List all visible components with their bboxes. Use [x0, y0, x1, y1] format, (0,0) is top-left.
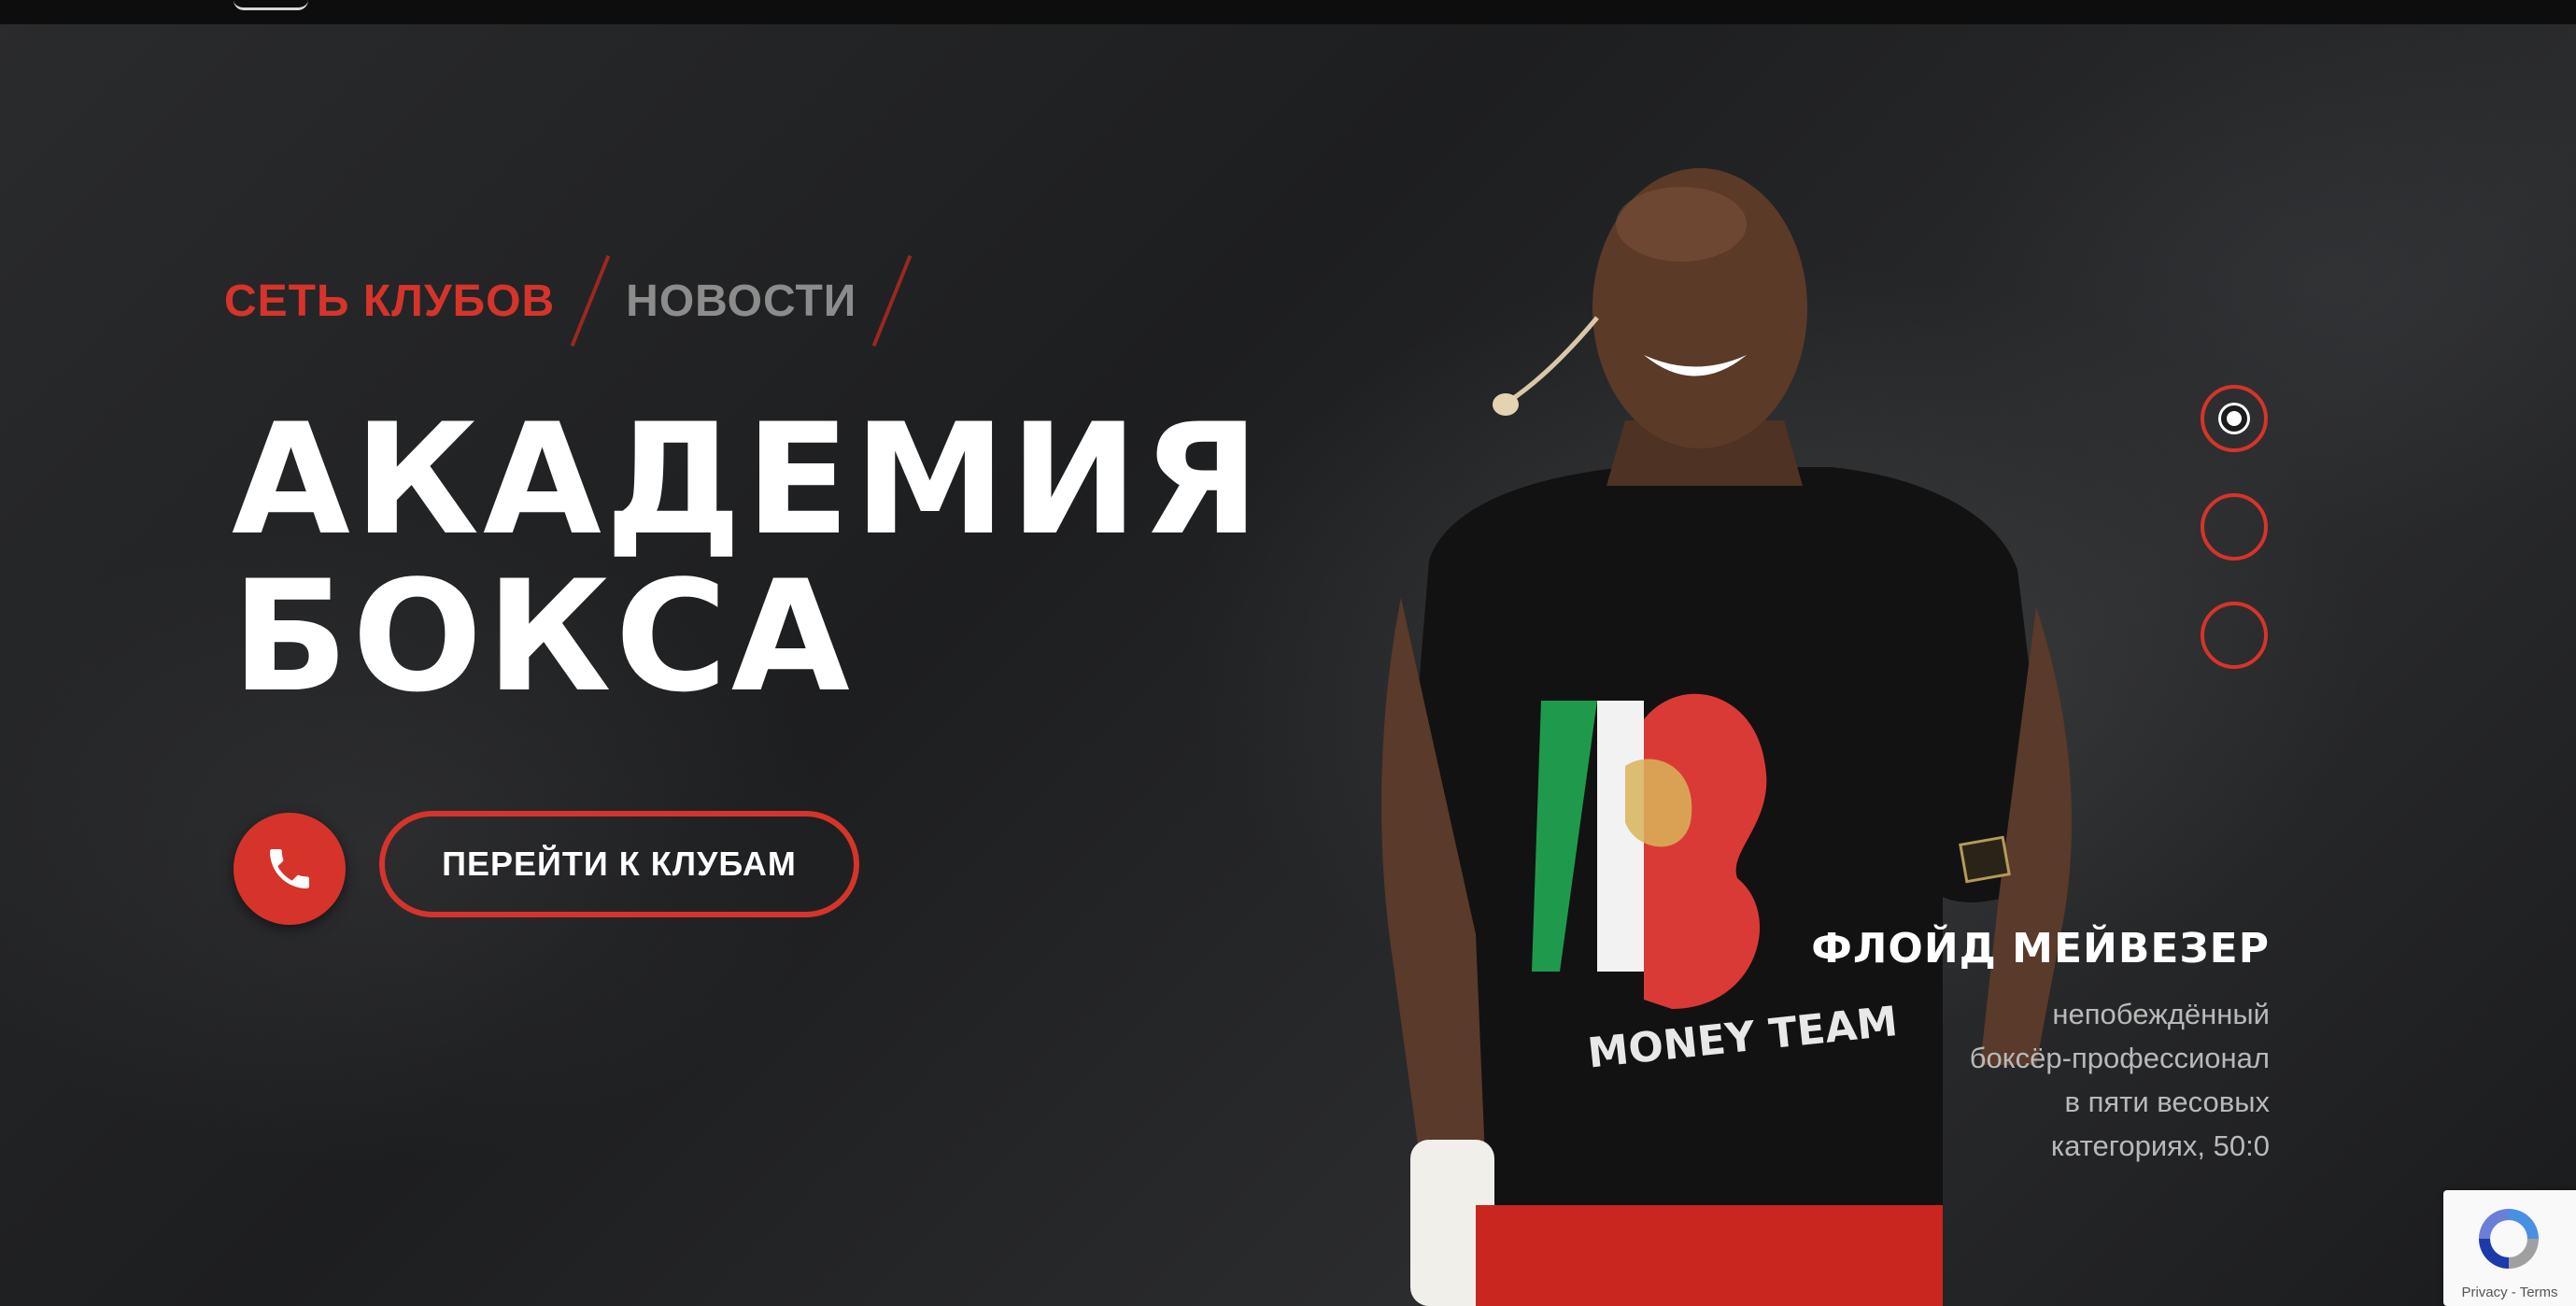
- slider-dot-2[interactable]: [2201, 493, 2268, 561]
- recaptcha-privacy-link[interactable]: Privacy: [2461, 1285, 2507, 1300]
- hero-page: СЕТЬ КЛУБОВ НОВОСТИ АКАДЕМИЯ БОКСА ПЕРЕЙ…: [0, 0, 2576, 1306]
- call-button[interactable]: [234, 813, 346, 925]
- hero-title-line2: БОКСА: [232, 547, 854, 726]
- person-desc-line: непобеждённый: [2052, 998, 2270, 1030]
- nav-divider: [871, 255, 913, 347]
- top-navbar: [0, 0, 2576, 24]
- recaptcha-terms-link[interactable]: Terms: [2520, 1285, 2558, 1300]
- go-to-clubs-button[interactable]: ПЕРЕЙТИ К КЛУБАМ: [379, 811, 859, 917]
- recaptcha-separator: -: [2507, 1285, 2520, 1300]
- nav-item-news[interactable]: НОВОСТИ: [626, 276, 856, 327]
- active-dot-indicator: [2221, 405, 2247, 432]
- person-name: ФЛОЙД МЕЙВЕЗЕР: [1811, 925, 2270, 972]
- recaptcha-icon: [2479, 1209, 2539, 1269]
- person-desc-line: категориях, 50:0: [2050, 1129, 2270, 1162]
- hero-title-line1: АКАДЕМИЯ: [232, 390, 1264, 569]
- phone-icon: [270, 849, 309, 888]
- slider-dot-1[interactable]: [2201, 385, 2268, 452]
- slider-pagination: [2201, 385, 2272, 710]
- slider-dot-3[interactable]: [2201, 602, 2268, 669]
- person-desc-line: в пяти весовых: [2064, 1086, 2270, 1118]
- nav-item-clubs[interactable]: СЕТЬ КЛУБОВ: [224, 276, 555, 327]
- logo[interactable]: [234, 0, 308, 10]
- person-description: непобеждённый боксёр-профессионал в пяти…: [1970, 992, 2270, 1168]
- section-nav: СЕТЬ КЛУБОВ НОВОСТИ: [224, 252, 927, 349]
- recaptcha-badge[interactable]: Privacy - Terms: [2443, 1190, 2576, 1306]
- nav-divider: [570, 255, 611, 347]
- recaptcha-links: Privacy - Terms: [2443, 1285, 2576, 1300]
- hero-title: АКАДЕМИЯ БОКСА: [232, 402, 1264, 716]
- person-desc-line: боксёр-профессионал: [1969, 1042, 2270, 1074]
